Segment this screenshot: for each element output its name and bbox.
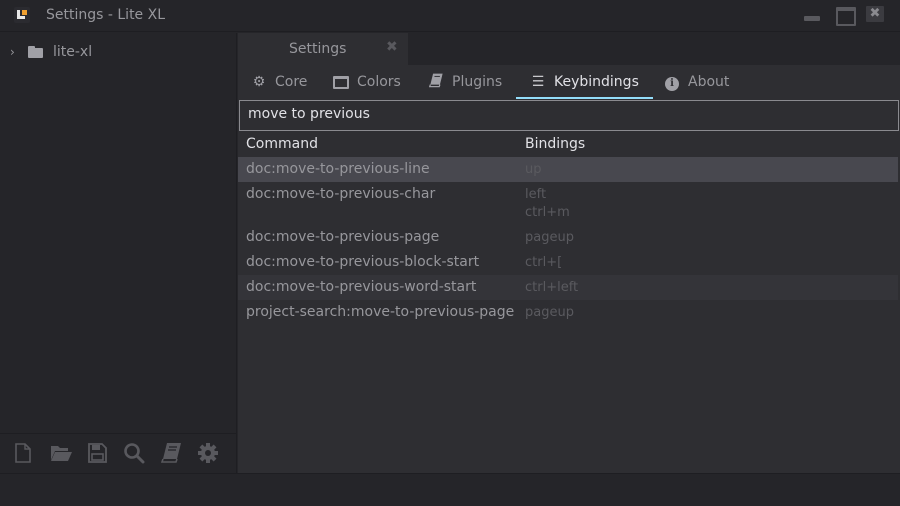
book-icon	[160, 443, 181, 463]
new-file-button[interactable]	[12, 442, 34, 464]
binding-line: ctrl+m	[525, 205, 570, 220]
tree-item-label: lite-xl	[53, 44, 93, 60]
table-row[interactable]: doc:move-to-previous-block-start ctrl+[	[238, 250, 898, 275]
binding: up	[525, 162, 542, 177]
nav-about[interactable]: i About	[664, 65, 729, 99]
column-header-command[interactable]: Command	[246, 136, 318, 152]
tab-settings[interactable]: Settings ✖	[238, 33, 408, 65]
settings-button[interactable]	[197, 442, 219, 464]
table-row[interactable]: doc:move-to-previous-page pageup	[238, 225, 898, 250]
command-name: doc:move-to-previous-line	[246, 161, 430, 177]
gear-icon	[198, 443, 218, 463]
nav-colors-label: Colors	[357, 74, 401, 90]
window-title: Settings - Lite XL	[46, 7, 166, 23]
binding: pageup	[525, 305, 574, 320]
settings-nav: ⚙ Core Colors Plugins ☰ Keybindings i Ab…	[238, 65, 900, 99]
nav-core[interactable]: ⚙ Core	[251, 65, 308, 99]
nav-keybindings[interactable]: ☰ Keybindings	[516, 65, 653, 99]
close-tab-icon[interactable]: ✖	[386, 39, 398, 55]
keybinding-search-input[interactable]: move to previous	[239, 100, 899, 131]
binding-line: left	[525, 187, 547, 202]
open-folder-button[interactable]	[50, 442, 72, 464]
column-header-bindings[interactable]: Bindings	[525, 136, 585, 152]
info-icon: i	[664, 74, 680, 91]
binding: ctrl+left	[525, 280, 579, 295]
nav-about-label: About	[688, 74, 730, 90]
command-name: doc:move-to-previous-page	[246, 229, 440, 245]
nav-plugins-label: Plugins	[452, 74, 503, 90]
sidebar: › lite-xl	[0, 33, 237, 473]
table-row[interactable]: doc:move-to-previous-line up	[238, 157, 898, 182]
minimize-button[interactable]	[803, 6, 821, 22]
save-button[interactable]	[86, 442, 108, 464]
nav-keybindings-label: Keybindings	[554, 74, 639, 90]
binding: left ctrl+m	[525, 186, 570, 222]
table-row[interactable]: doc:move-to-previous-char left ctrl+m	[238, 182, 898, 225]
sidebar-toolbar	[0, 433, 237, 473]
file-icon	[15, 443, 31, 463]
command-name: doc:move-to-previous-block-start	[246, 254, 480, 270]
tab-bar: Settings ✖	[238, 33, 900, 65]
table-header: Command Bindings	[238, 133, 900, 157]
folder-icon	[28, 46, 43, 58]
commands-button[interactable]	[160, 442, 183, 464]
find-button[interactable]	[123, 442, 145, 464]
main-panel: Settings ✖ ⚙ Core Colors Plugins ☰ Keybi…	[238, 33, 900, 473]
binding: pageup	[525, 230, 574, 245]
status-bar	[0, 473, 900, 506]
book-icon	[428, 73, 444, 92]
keybindings-list: doc:move-to-previous-line up doc:move-to…	[238, 157, 900, 325]
table-row[interactable]: doc:move-to-previous-word-start ctrl+lef…	[238, 275, 898, 300]
nav-colors[interactable]: Colors	[333, 65, 401, 99]
command-name: doc:move-to-previous-char	[246, 186, 436, 202]
nav-core-label: Core	[275, 74, 308, 90]
close-window-button[interactable]: ✖	[866, 6, 884, 22]
search-icon	[124, 443, 145, 464]
menu-icon: ☰	[531, 74, 545, 90]
table-row[interactable]: project-search:move-to-previous-page pag…	[238, 300, 898, 325]
maximize-button[interactable]	[836, 6, 856, 26]
binding: ctrl+[	[525, 255, 563, 270]
chevron-right-icon[interactable]: ›	[10, 45, 20, 59]
folder-open-icon	[51, 446, 72, 461]
title-bar: Settings - Lite XL ✖	[0, 0, 900, 32]
window-icon	[333, 75, 349, 89]
command-name: doc:move-to-previous-word-start	[246, 279, 477, 295]
lite-xl-logo-icon	[14, 7, 30, 23]
gear-icon: ⚙	[252, 74, 266, 90]
save-icon	[88, 443, 107, 463]
nav-plugins[interactable]: Plugins	[428, 65, 502, 99]
tab-label: Settings	[289, 41, 347, 57]
tree-item-lite-xl[interactable]: › lite-xl	[10, 41, 92, 63]
command-name: project-search:move-to-previous-page	[246, 304, 515, 320]
